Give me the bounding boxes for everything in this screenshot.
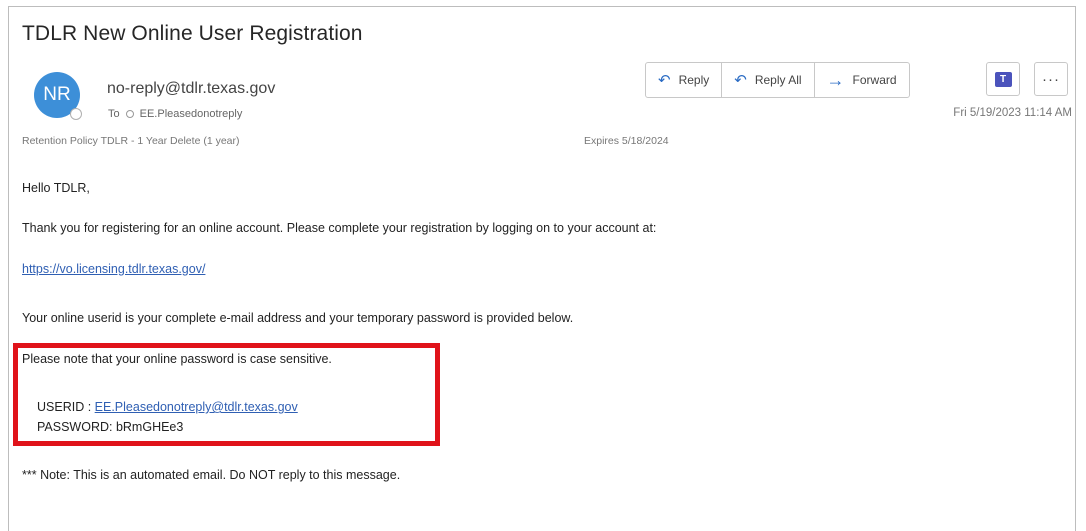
teams-button[interactable]: T xyxy=(986,62,1020,96)
received-date: Fri 5/19/2023 11:14 AM xyxy=(953,107,1072,119)
teams-icon: T xyxy=(994,71,1012,87)
body-paragraph-1: Thank you for registering for an online … xyxy=(22,221,657,235)
highlight-box xyxy=(13,343,440,446)
reply-all-label: Reply All xyxy=(754,73,802,87)
reply-all-button[interactable]: ↶ Reply All xyxy=(722,63,815,97)
retention-policy[interactable]: Retention Policy TDLR - 1 Year Delete (1… xyxy=(22,135,240,147)
forward-arrow-icon: → xyxy=(826,69,845,90)
email-subject: TDLR New Online User Registration xyxy=(22,22,363,45)
reply-all-icon: ↶ xyxy=(734,72,747,89)
forward-label: Forward xyxy=(852,73,897,87)
recipient-name[interactable]: EE.Pleasedonotreply xyxy=(140,108,243,120)
message-actions: ↶ Reply ↶ Reply All → Forward xyxy=(645,62,910,98)
presence-status-icon xyxy=(70,108,82,120)
sender-address[interactable]: no-reply@tdlr.texas.gov xyxy=(107,80,275,98)
more-actions-button[interactable]: ··· xyxy=(1034,62,1068,96)
reply-icon: ↶ xyxy=(658,72,671,89)
registration-link[interactable]: https://vo.licensing.tdlr.texas.gov/ xyxy=(22,262,205,276)
reply-button[interactable]: ↶ Reply xyxy=(646,63,723,97)
to-label: To xyxy=(108,108,120,120)
recipient-status-icon xyxy=(125,110,134,118)
expires-date: Expires 5/18/2024 xyxy=(584,135,669,147)
body-paragraph-2: Your online userid is your complete e-ma… xyxy=(22,311,574,325)
more-icon: ··· xyxy=(1042,70,1060,88)
greeting: Hello TDLR, xyxy=(22,181,90,195)
reply-label: Reply xyxy=(678,73,710,87)
recipient-line: To EE.Pleasedonotreply xyxy=(108,108,242,120)
forward-button[interactable]: → Forward xyxy=(815,63,909,97)
automated-note: *** Note: This is an automated email. Do… xyxy=(22,468,401,482)
